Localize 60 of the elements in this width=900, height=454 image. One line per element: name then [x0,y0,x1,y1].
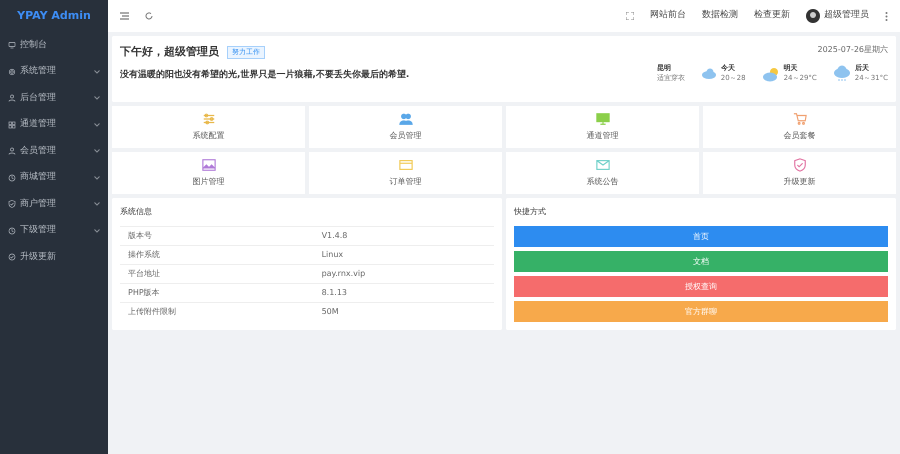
sidebar-item[interactable]: 后台管理 [0,85,108,112]
shortcut-tile[interactable]: 会员套餐 [703,106,896,148]
sidebar-item[interactable]: 系统管理 [0,58,108,85]
table-cell: Linux [314,246,494,264]
shortcut-tile[interactable]: 图片管理 [112,152,305,194]
sidebar-item[interactable]: 下级管理 [0,218,108,244]
greeting-title: 下午好，超级管理员 [120,44,219,60]
top-nav-link[interactable]: 数据检测 [702,9,738,23]
menu-icon[interactable] [120,12,129,20]
sidebar-item[interactable]: 通道管理 [0,112,108,138]
chevron-icon [94,228,100,233]
sidebar-item[interactable]: 商户管理 [0,191,108,218]
shortcut-tile[interactable]: 系统配置 [112,106,305,148]
top-nav-link[interactable]: 网站前台 [650,9,686,23]
chevron-icon [94,176,100,180]
top-nav-link[interactable]: 检查更新 [754,9,790,23]
quote-text: 没有温暖的阳也没有希望的光,世界只是一片狼藉,不要丢失你最后的希望. [120,68,410,82]
table-cell: pay.rnx.vip [314,264,494,284]
sidebar-item[interactable]: 商城管理 [0,164,108,191]
shortcut-tile[interactable]: 通道管理 [506,106,699,148]
rain-cloud-icon [832,65,851,82]
clock-icon [8,174,16,182]
panel-title: 快捷方式 [514,206,547,218]
user-name[interactable]: 超级管理员 [824,9,869,23]
user-icon [8,94,16,102]
sidebar-item[interactable]: 控制台 [0,32,108,58]
shortcut-tile[interactable]: 订单管理 [309,152,502,194]
panel-title: 系统信息 [120,206,153,218]
date-text: 2025-07-26星期六 [818,44,888,56]
cloud-icon [700,68,717,80]
monitor-icon [8,41,16,50]
table-cell: 版本号 [120,226,314,246]
more-icon[interactable] [885,12,888,20]
sidebar-item[interactable]: 会员管理 [0,138,108,164]
avatar-icon[interactable] [806,9,820,23]
user-icon [8,147,16,156]
table-cell: 8.1.13 [314,284,494,302]
shortcut-tile[interactable]: 升级更新 [703,152,896,194]
table-cell: 平台地址 [120,264,314,284]
grid-icon [8,120,16,129]
table-cell: 50M [314,302,494,321]
fullscreen-icon[interactable] [626,12,634,20]
sidebar-item[interactable]: 升级更新 [0,244,108,270]
table-cell: PHP版本 [120,284,314,302]
chevron-icon [94,70,100,74]
chevron-icon [94,96,100,100]
chevron-icon [94,122,100,127]
chevron-icon [94,149,100,154]
refresh-icon[interactable] [145,12,153,20]
check-circle-icon [8,253,16,262]
shield-icon [8,200,16,208]
clock-icon [8,226,16,235]
chevron-icon [94,202,100,206]
shortcut-tile[interactable]: 会员管理 [309,106,502,148]
table-cell: V1.4.8 [314,226,494,246]
shortcut-tile[interactable]: 系统公告 [506,152,699,194]
table-cell: 上传附件限制 [120,302,314,321]
brand-logo: YPAY Admin [16,8,92,24]
table-cell: 操作系统 [120,246,314,264]
sun-cloud-icon [762,66,780,82]
